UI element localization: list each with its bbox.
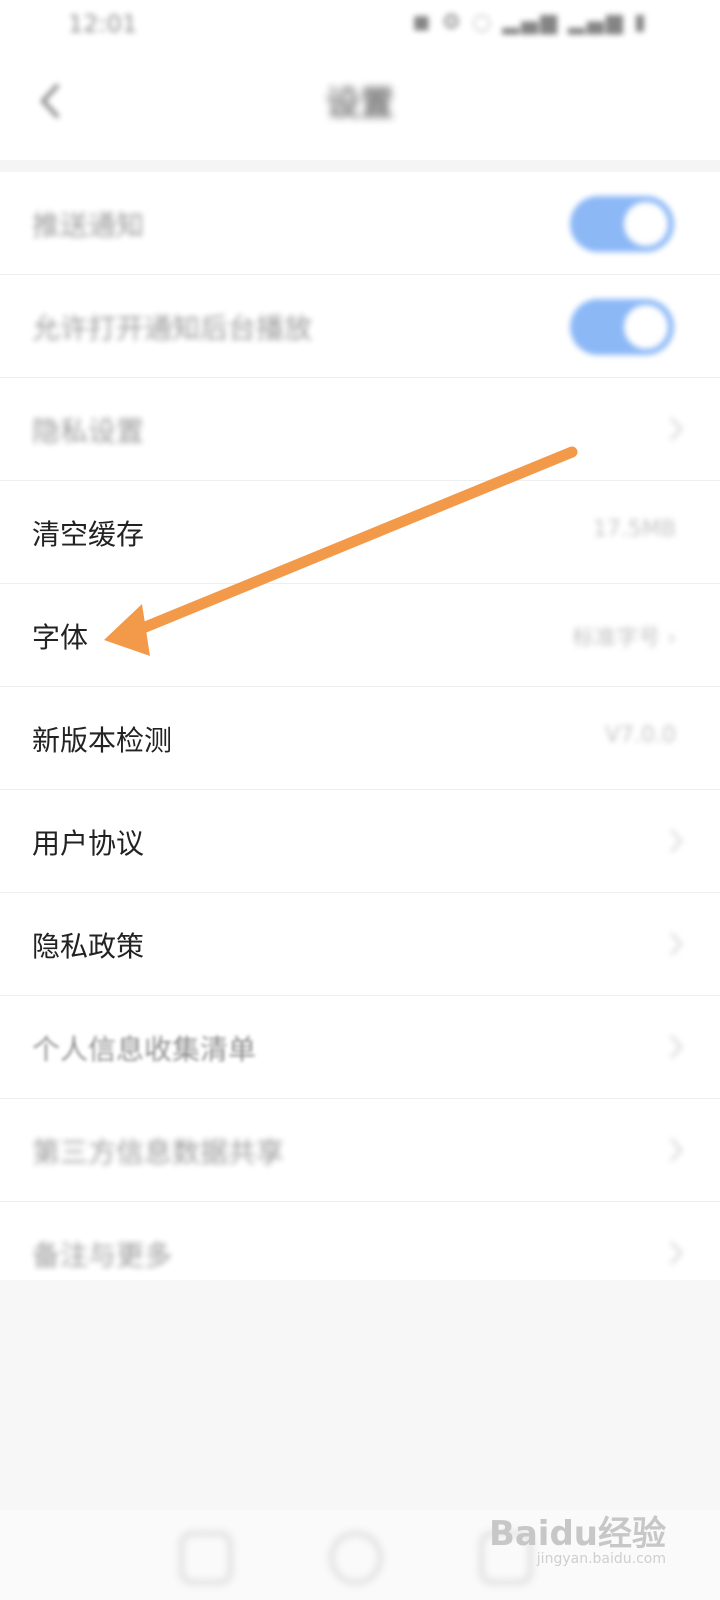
setting-label: 新版本检测	[32, 724, 173, 757]
setting-background-play[interactable]: 允许打开通知后台播放	[0, 275, 720, 378]
cache-size: 17.5MB	[592, 517, 676, 542]
setting-label: 字体	[32, 621, 89, 654]
toggle-knob	[624, 202, 668, 246]
setting-push-notification[interactable]: 推送通知	[0, 172, 720, 275]
status-bar: 12:01 ◼ ⚙ ◌ ▂▄▆ ▂▄▆ ▮	[0, 0, 720, 50]
watermark-brand: Baidu经验	[488, 1514, 666, 1554]
setting-privacy-policy[interactable]: 隐私政策	[0, 893, 720, 996]
setting-label: 备注与更多	[32, 1239, 173, 1272]
setting-label: 清空缓存	[32, 518, 145, 551]
setting-label: 用户协议	[32, 827, 145, 860]
push-notification-toggle[interactable]	[570, 196, 674, 252]
page-title: 设置	[326, 84, 394, 124]
setting-user-agreement[interactable]: 用户协议	[0, 790, 720, 893]
chevron-right-icon	[669, 1034, 684, 1060]
chevron-right-icon	[669, 416, 684, 442]
font-size-value: 标准字号 ›	[572, 626, 676, 651]
home-icon[interactable]	[330, 1532, 382, 1584]
setting-label: 个人信息收集清单	[32, 1033, 257, 1066]
empty-background	[0, 1280, 720, 1510]
setting-font[interactable]: 字体 标准字号 ›	[0, 584, 720, 687]
header-divider	[0, 160, 720, 172]
setting-version-check[interactable]: 新版本检测 V7.0.0	[0, 687, 720, 790]
menu-icon[interactable]	[180, 1532, 232, 1584]
background-play-toggle[interactable]	[570, 299, 674, 355]
setting-label: 推送通知	[32, 209, 145, 242]
status-time: 12:01	[68, 10, 138, 38]
setting-personal-info-list[interactable]: 个人信息收集清单	[0, 996, 720, 1099]
toggle-knob	[624, 305, 668, 349]
status-icons: ◼ ⚙ ◌ ▂▄▆ ▂▄▆ ▮	[412, 10, 648, 35]
setting-label: 允许打开通知后台播放	[32, 312, 313, 345]
watermark: Baidu经验 jingyan.baidu.com	[489, 1506, 666, 1567]
setting-privacy-settings[interactable]: 隐私设置	[0, 378, 720, 481]
chevron-right-icon	[669, 931, 684, 957]
version-value: V7.0.0	[604, 723, 676, 748]
setting-clear-cache[interactable]: 清空缓存 17.5MB	[0, 481, 720, 584]
header: 设置	[0, 50, 720, 160]
chevron-right-icon	[669, 1137, 684, 1163]
chevron-right-icon	[669, 828, 684, 854]
setting-label: 隐私设置	[32, 415, 145, 448]
settings-list: 推送通知 允许打开通知后台播放 隐私设置 清空缓存 17.5MB 字体 标准字号…	[0, 172, 720, 1304]
setting-label: 第三方信息数据共享	[32, 1136, 285, 1169]
setting-third-party-sharing[interactable]: 第三方信息数据共享	[0, 1099, 720, 1202]
setting-label: 隐私政策	[32, 930, 145, 963]
chevron-right-icon	[669, 1240, 684, 1266]
